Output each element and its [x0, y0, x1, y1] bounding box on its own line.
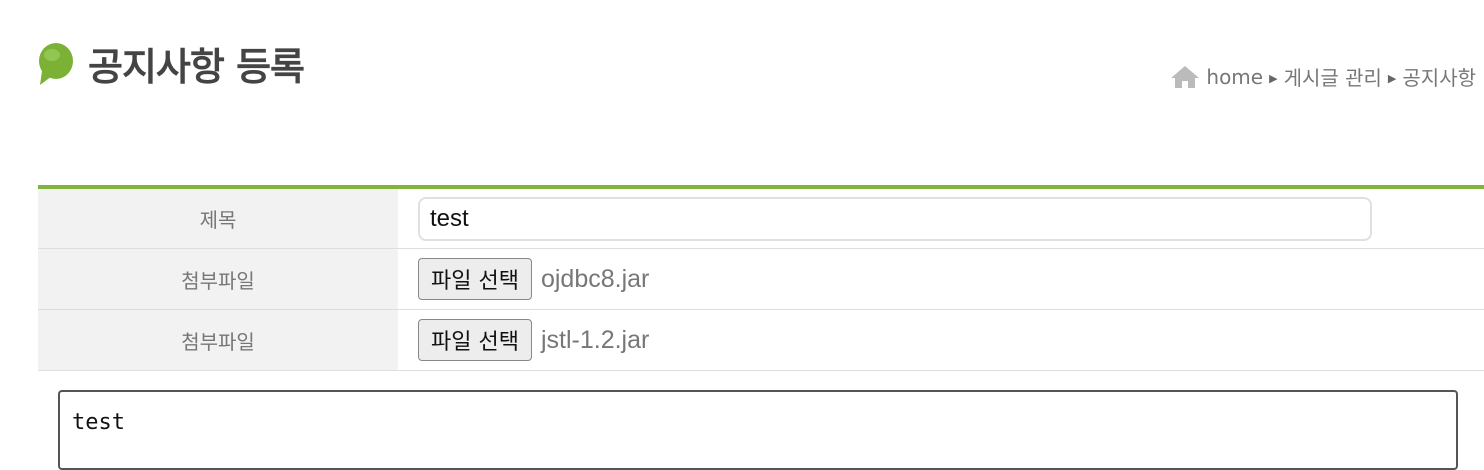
notice-form-table: 제목 test 첨부파일 파일 선택 ojdbc8.jar 첨부파일 파일 선택… [38, 185, 1484, 371]
content-textarea[interactable]: test [58, 390, 1458, 470]
chevron-right-icon: ▶ [1269, 72, 1278, 85]
form-row-attachment-2: 첨부파일 파일 선택 jstl-1.2.jar [38, 310, 1484, 371]
breadcrumb: home ▶ 게시글 관리 ▶ 공지사항 [1170, 62, 1476, 91]
file-name: jstl-1.2.jar [540, 325, 650, 354]
breadcrumb-notice[interactable]: 공지사항 [1402, 62, 1476, 91]
form-row-title: 제목 test [38, 189, 1484, 249]
attachment-value-cell: 파일 선택 jstl-1.2.jar [398, 310, 1484, 370]
attachment-label: 첨부파일 [38, 310, 398, 370]
breadcrumb-board-management[interactable]: 게시글 관리 [1284, 62, 1382, 91]
attachment-label: 첨부파일 [38, 249, 398, 309]
speech-bubble-icon [39, 42, 73, 85]
file-select-button[interactable]: 파일 선택 [418, 258, 532, 300]
title-value-cell: test [398, 189, 1484, 248]
breadcrumb-home[interactable]: home [1206, 65, 1263, 89]
title-label: 제목 [38, 189, 398, 248]
attachment-value-cell: 파일 선택 ojdbc8.jar [398, 249, 1484, 309]
file-select-button[interactable]: 파일 선택 [418, 319, 532, 361]
page-title: 공지사항 등록 [88, 45, 305, 89]
form-row-attachment-1: 첨부파일 파일 선택 ojdbc8.jar [38, 249, 1484, 310]
page-header: 공지사항 등록 [38, 36, 305, 91]
title-input[interactable]: test [418, 196, 1372, 241]
chevron-right-icon: ▶ [1387, 72, 1397, 85]
home-icon[interactable] [1170, 65, 1200, 89]
file-name: ojdbc8.jar [540, 264, 650, 293]
